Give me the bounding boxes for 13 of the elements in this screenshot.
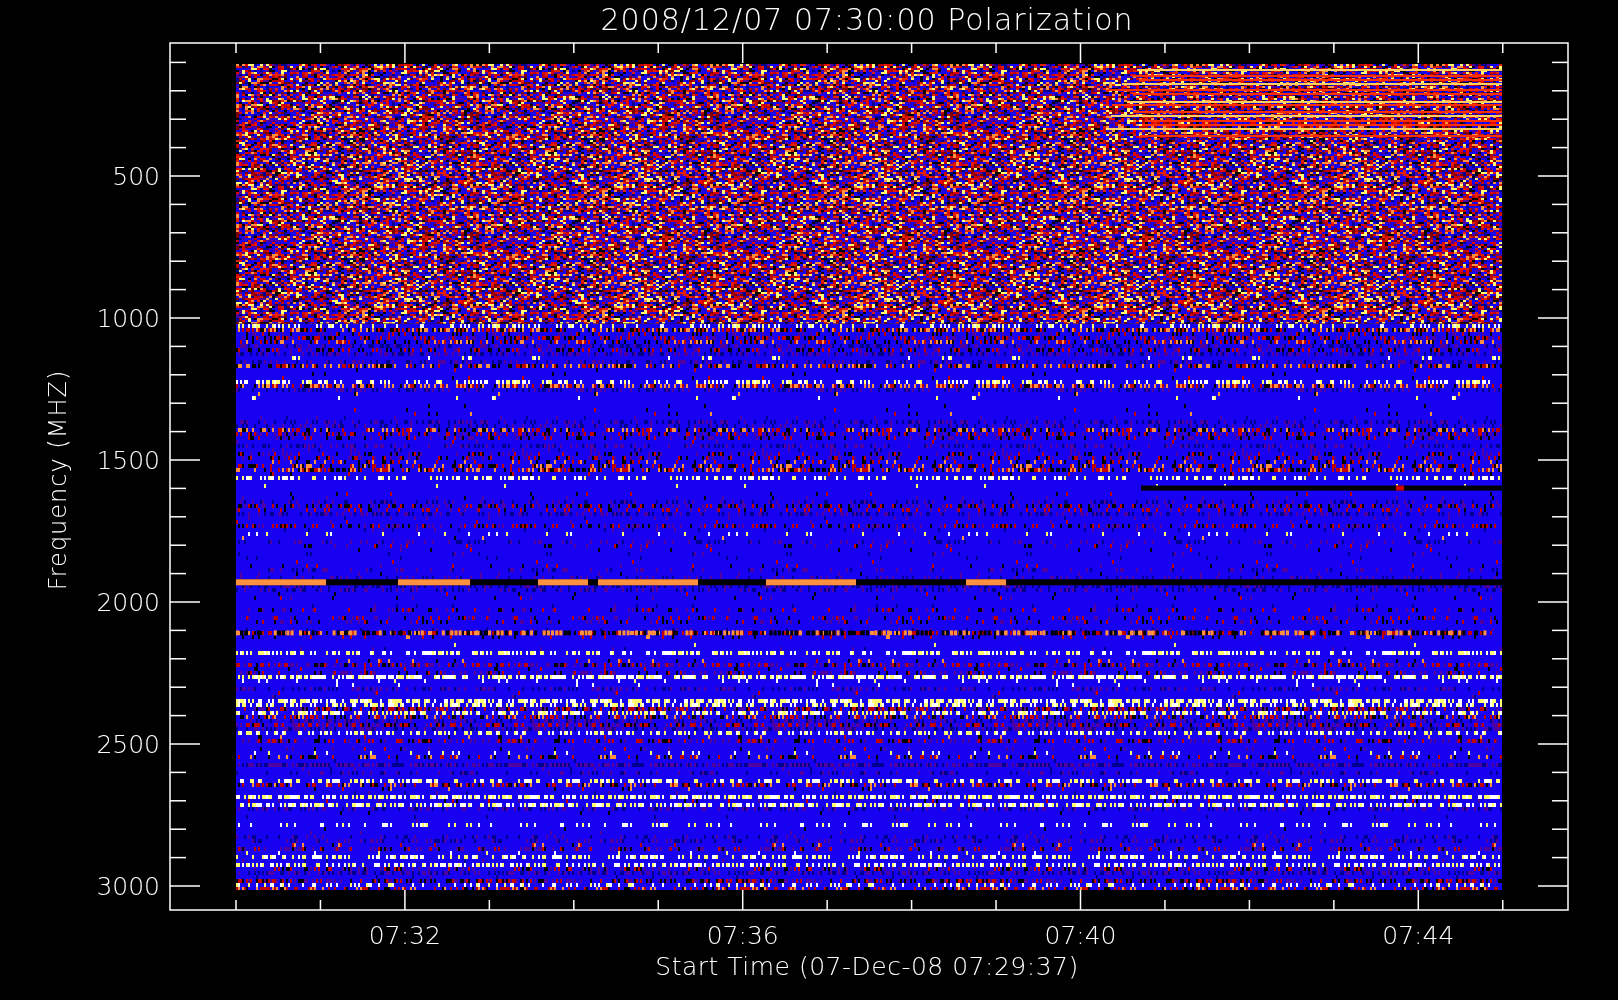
x-tick-label: 07:36: [706, 922, 779, 948]
y-tick-label: 2500: [96, 731, 160, 757]
y-tick-label: 3000: [96, 873, 160, 899]
x-axis-label: Start Time (07-Dec-08 07:29:37): [655, 953, 1079, 979]
x-tick-label: 07:44: [1382, 922, 1455, 948]
y-axis-label: Frequency (MHZ): [46, 369, 70, 591]
y-tick-label: 1000: [96, 305, 160, 331]
y-tick-label: 2000: [96, 589, 160, 615]
plot-title: 2008/12/07 07:30:00 Polarization: [600, 5, 1134, 35]
x-tick-label: 07:32: [368, 922, 441, 948]
x-tick-label: 07:40: [1044, 922, 1117, 948]
y-tick-label: 500: [112, 163, 160, 189]
y-tick-label: 1500: [96, 447, 160, 473]
